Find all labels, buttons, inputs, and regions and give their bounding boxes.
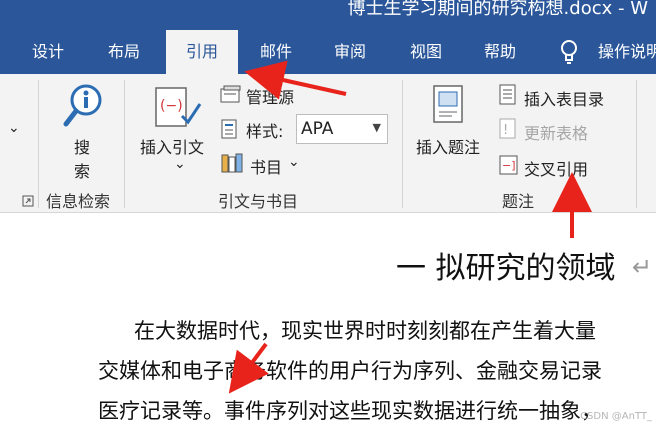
arrow-to-references-tab: [244, 60, 347, 100]
arrow-to-cursor: [228, 342, 269, 394]
annotation-arrows: [228, 60, 592, 394]
